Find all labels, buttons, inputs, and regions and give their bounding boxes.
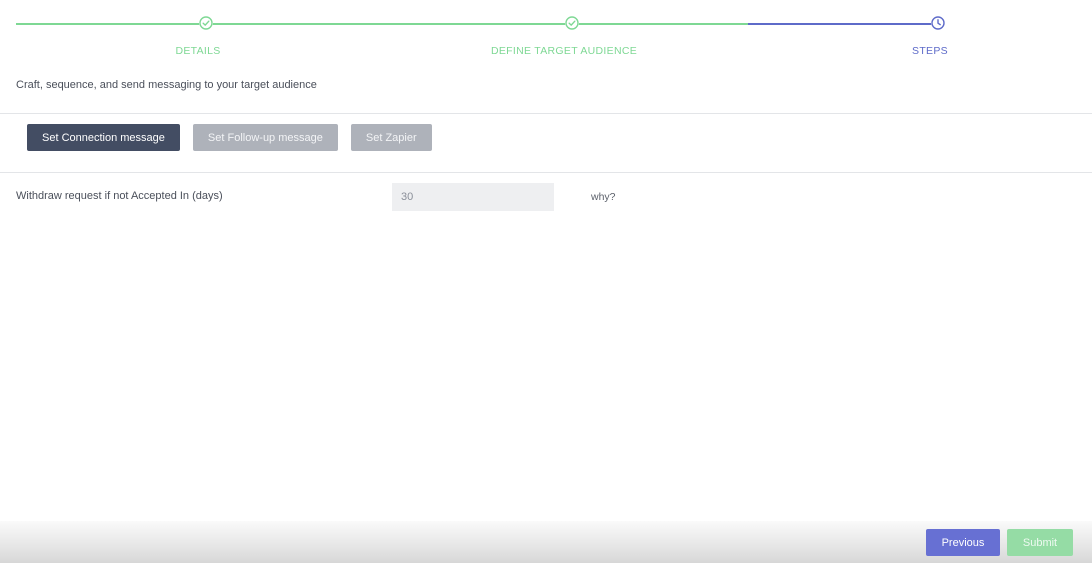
withdraw-days-label: Withdraw request if not Accepted In (day… [16,190,223,202]
step-label-details[interactable]: DETAILS [175,45,220,57]
why-help-link[interactable]: why? [591,191,616,203]
withdraw-days-input[interactable] [392,183,554,211]
step-label-define-target-audience[interactable]: DEFINE TARGET AUDIENCE [491,45,637,57]
previous-button[interactable]: Previous [926,529,1000,556]
submit-button[interactable]: Submit [1007,529,1073,556]
step-label-steps[interactable]: STEPS [912,45,948,57]
set-follow-up-message-button[interactable]: Set Follow-up message [192,124,338,151]
stepper-track-complete [16,23,748,25]
intro-description: Craft, sequence, and send messaging to y… [16,79,317,91]
section-divider-top [0,113,1092,114]
message-tab-group: Set Connection message Set Follow-up mes… [27,124,432,151]
campaign-steps-page: DETAILS DEFINE TARGET AUDIENCE STEPS Cra… [0,0,1092,563]
step-audience-check-icon[interactable] [565,16,579,30]
step-details-check-icon[interactable] [199,16,213,30]
set-zapier-button[interactable]: Set Zapier [350,124,432,151]
stepper-track-active [748,23,938,25]
step-steps-clock-icon[interactable] [931,16,945,30]
set-connection-message-button[interactable]: Set Connection message [27,124,180,151]
progress-stepper: DETAILS DEFINE TARGET AUDIENCE STEPS [0,0,1092,70]
section-divider-bottom [0,172,1092,173]
